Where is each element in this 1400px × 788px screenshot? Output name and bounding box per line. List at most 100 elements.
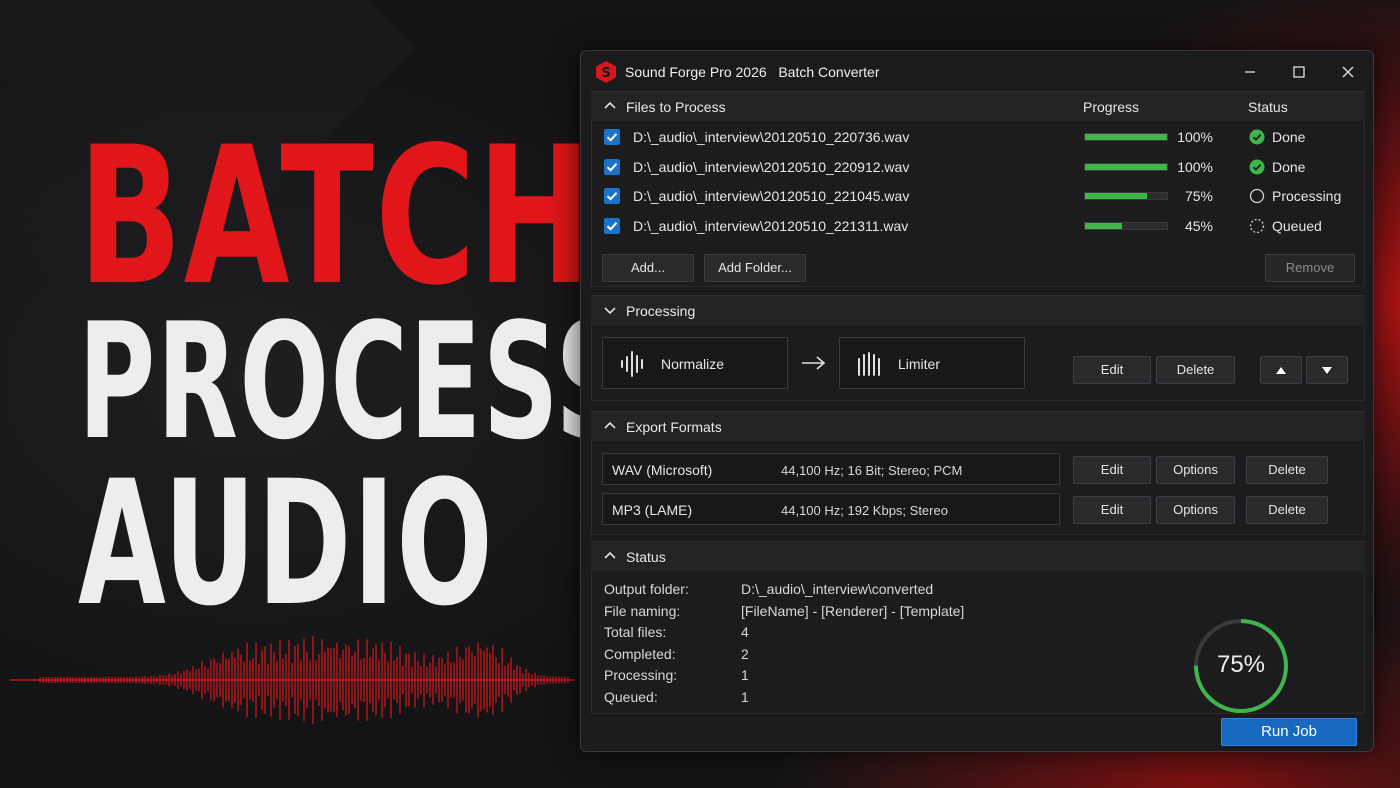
checkmark-icon bbox=[606, 192, 618, 201]
file-name: D:\_audio\_interview\20120510_220736.wav bbox=[633, 129, 910, 145]
chevron-down-icon bbox=[604, 307, 616, 315]
checkmark-icon bbox=[606, 222, 618, 231]
mp3-options-button[interactable]: Options bbox=[1156, 496, 1235, 524]
files-section-body: D:\_audio\_interview\20120510_220736.wav… bbox=[591, 121, 1365, 287]
move-up-button[interactable] bbox=[1260, 356, 1302, 384]
limiter-plugin[interactable]: Limiter bbox=[839, 337, 1025, 389]
file-checkbox[interactable] bbox=[604, 188, 620, 204]
file-name: D:\_audio\_interview\20120510_220912.wav bbox=[633, 159, 910, 175]
triangle-down-icon bbox=[1322, 367, 1332, 374]
status-field-value: 2 bbox=[741, 645, 749, 662]
status-field-label: Processing: bbox=[604, 667, 678, 684]
window-title: Sound Forge Pro 2026 Batch Converter bbox=[625, 64, 880, 80]
status-field-value: D:\_audio\_interview\converted bbox=[741, 581, 934, 597]
arrow-right-icon bbox=[802, 356, 826, 370]
title-bar: S Sound Forge Pro 2026 Batch Converter bbox=[581, 51, 1373, 91]
app-logo-icon: S bbox=[596, 61, 616, 83]
file-checkbox[interactable] bbox=[604, 218, 620, 234]
processing-edit-button[interactable]: Edit bbox=[1073, 356, 1151, 384]
file-progress-percent: 100% bbox=[1177, 159, 1213, 175]
export-section-body: WAV (Microsoft) 44,100 Hz; 16 Bit; Stere… bbox=[591, 441, 1365, 535]
export-section-header[interactable]: Export Formats bbox=[591, 411, 1365, 441]
file-checkbox[interactable] bbox=[604, 159, 620, 175]
checkmark-icon bbox=[606, 163, 618, 172]
format-name: MP3 (LAME) bbox=[612, 502, 693, 518]
maximize-icon[interactable] bbox=[1287, 60, 1311, 84]
svg-text:S: S bbox=[601, 66, 610, 81]
status-field-value: 1 bbox=[741, 667, 749, 684]
poster-line-batch: BATCH bbox=[78, 106, 593, 327]
remove-button[interactable]: Remove bbox=[1265, 254, 1355, 282]
files-section-header[interactable]: Files to Process Progress Status bbox=[591, 91, 1365, 121]
file-status: Done bbox=[1272, 129, 1306, 145]
file-row[interactable]: D:\_audio\_interview\20120510_220912.wav… bbox=[592, 153, 1364, 182]
status-field-label: Total files: bbox=[604, 624, 667, 641]
status-field-value: 4 bbox=[741, 624, 749, 641]
batch-converter-window: S Sound Forge Pro 2026 Batch Converter F… bbox=[580, 50, 1374, 752]
status-field-value: [FileName] - [Renderer] - [Template] bbox=[741, 602, 965, 619]
wav-edit-button[interactable]: Edit bbox=[1073, 456, 1151, 484]
processing-section-title: Processing bbox=[626, 303, 696, 319]
file-name: D:\_audio\_interview\20120510_221045.wav bbox=[633, 188, 910, 204]
file-progress-fill bbox=[1085, 164, 1167, 170]
poster-line-process: PROCESS bbox=[78, 288, 633, 475]
file-progress-bar bbox=[1084, 192, 1168, 200]
files-section-title: Files to Process bbox=[626, 99, 726, 115]
checkmark-icon bbox=[606, 133, 618, 142]
red-waveform-graphic bbox=[10, 635, 575, 725]
waveform-icon bbox=[621, 351, 643, 377]
chevron-up-icon bbox=[604, 551, 616, 559]
file-progress-percent: 100% bbox=[1177, 129, 1213, 145]
run-job-button[interactable]: Run Job bbox=[1221, 718, 1357, 746]
processing-section-header[interactable]: Processing bbox=[591, 295, 1365, 325]
limiter-label: Limiter bbox=[898, 356, 941, 372]
move-down-button[interactable] bbox=[1306, 356, 1348, 384]
file-progress-bar bbox=[1084, 133, 1168, 141]
file-progress-bar bbox=[1084, 222, 1168, 230]
add-button[interactable]: Add... bbox=[602, 254, 694, 282]
add-folder-button[interactable]: Add Folder... bbox=[704, 254, 806, 282]
file-name: D:\_audio\_interview\20120510_221311.wav bbox=[633, 218, 909, 234]
chevron-up-icon bbox=[604, 421, 616, 429]
close-icon[interactable] bbox=[1336, 60, 1360, 84]
file-progress-percent: 75% bbox=[1184, 188, 1213, 204]
file-status: Queued bbox=[1272, 218, 1322, 234]
file-progress-percent: 45% bbox=[1184, 218, 1213, 234]
processing-circle-icon bbox=[1249, 188, 1265, 204]
limiter-icon bbox=[858, 352, 880, 376]
status-field-label: File naming: bbox=[604, 602, 681, 619]
triangle-up-icon bbox=[1276, 367, 1286, 374]
format-row-wav[interactable]: WAV (Microsoft) 44,100 Hz; 16 Bit; Stere… bbox=[602, 453, 1060, 485]
file-status: Processing bbox=[1272, 188, 1342, 204]
file-row[interactable]: D:\_audio\_interview\20120510_221045.wav… bbox=[592, 182, 1364, 211]
status-section-header[interactable]: Status bbox=[591, 541, 1365, 571]
mp3-delete-button[interactable]: Delete bbox=[1246, 496, 1328, 524]
wav-options-button[interactable]: Options bbox=[1156, 456, 1235, 484]
format-description: 44,100 Hz; 192 Kbps; Stereo bbox=[781, 503, 948, 518]
check-circle-icon bbox=[1249, 129, 1265, 145]
status-section-title: Status bbox=[626, 549, 666, 565]
minimize-icon[interactable] bbox=[1238, 60, 1262, 84]
status-column-header: Status bbox=[1248, 99, 1288, 115]
processing-section-body: Normalize Limiter Edit Delete bbox=[591, 325, 1365, 401]
file-row[interactable]: D:\_audio\_interview\20120510_221311.wav… bbox=[592, 212, 1364, 241]
check-circle-icon bbox=[1249, 159, 1265, 175]
file-progress-fill bbox=[1085, 223, 1122, 229]
normalize-plugin[interactable]: Normalize bbox=[602, 337, 788, 389]
overall-progress-label: 75% bbox=[1216, 651, 1266, 678]
file-progress-fill bbox=[1085, 193, 1147, 199]
format-row-mp3[interactable]: MP3 (LAME) 44,100 Hz; 192 Kbps; Stereo bbox=[602, 493, 1060, 525]
mp3-edit-button[interactable]: Edit bbox=[1073, 496, 1151, 524]
progress-column-header: Progress bbox=[1083, 99, 1140, 115]
format-name: WAV (Microsoft) bbox=[612, 462, 713, 478]
processing-delete-button[interactable]: Delete bbox=[1156, 356, 1235, 384]
queued-circle-icon bbox=[1249, 218, 1265, 234]
file-row[interactable]: D:\_audio\_interview\20120510_220736.wav… bbox=[592, 123, 1364, 152]
file-progress-bar bbox=[1084, 163, 1168, 171]
export-section-title: Export Formats bbox=[626, 419, 722, 435]
file-checkbox[interactable] bbox=[604, 129, 620, 145]
wav-delete-button[interactable]: Delete bbox=[1246, 456, 1328, 484]
file-progress-fill bbox=[1085, 134, 1167, 140]
status-field-value: 1 bbox=[741, 689, 749, 705]
chevron-up-icon bbox=[604, 101, 616, 109]
